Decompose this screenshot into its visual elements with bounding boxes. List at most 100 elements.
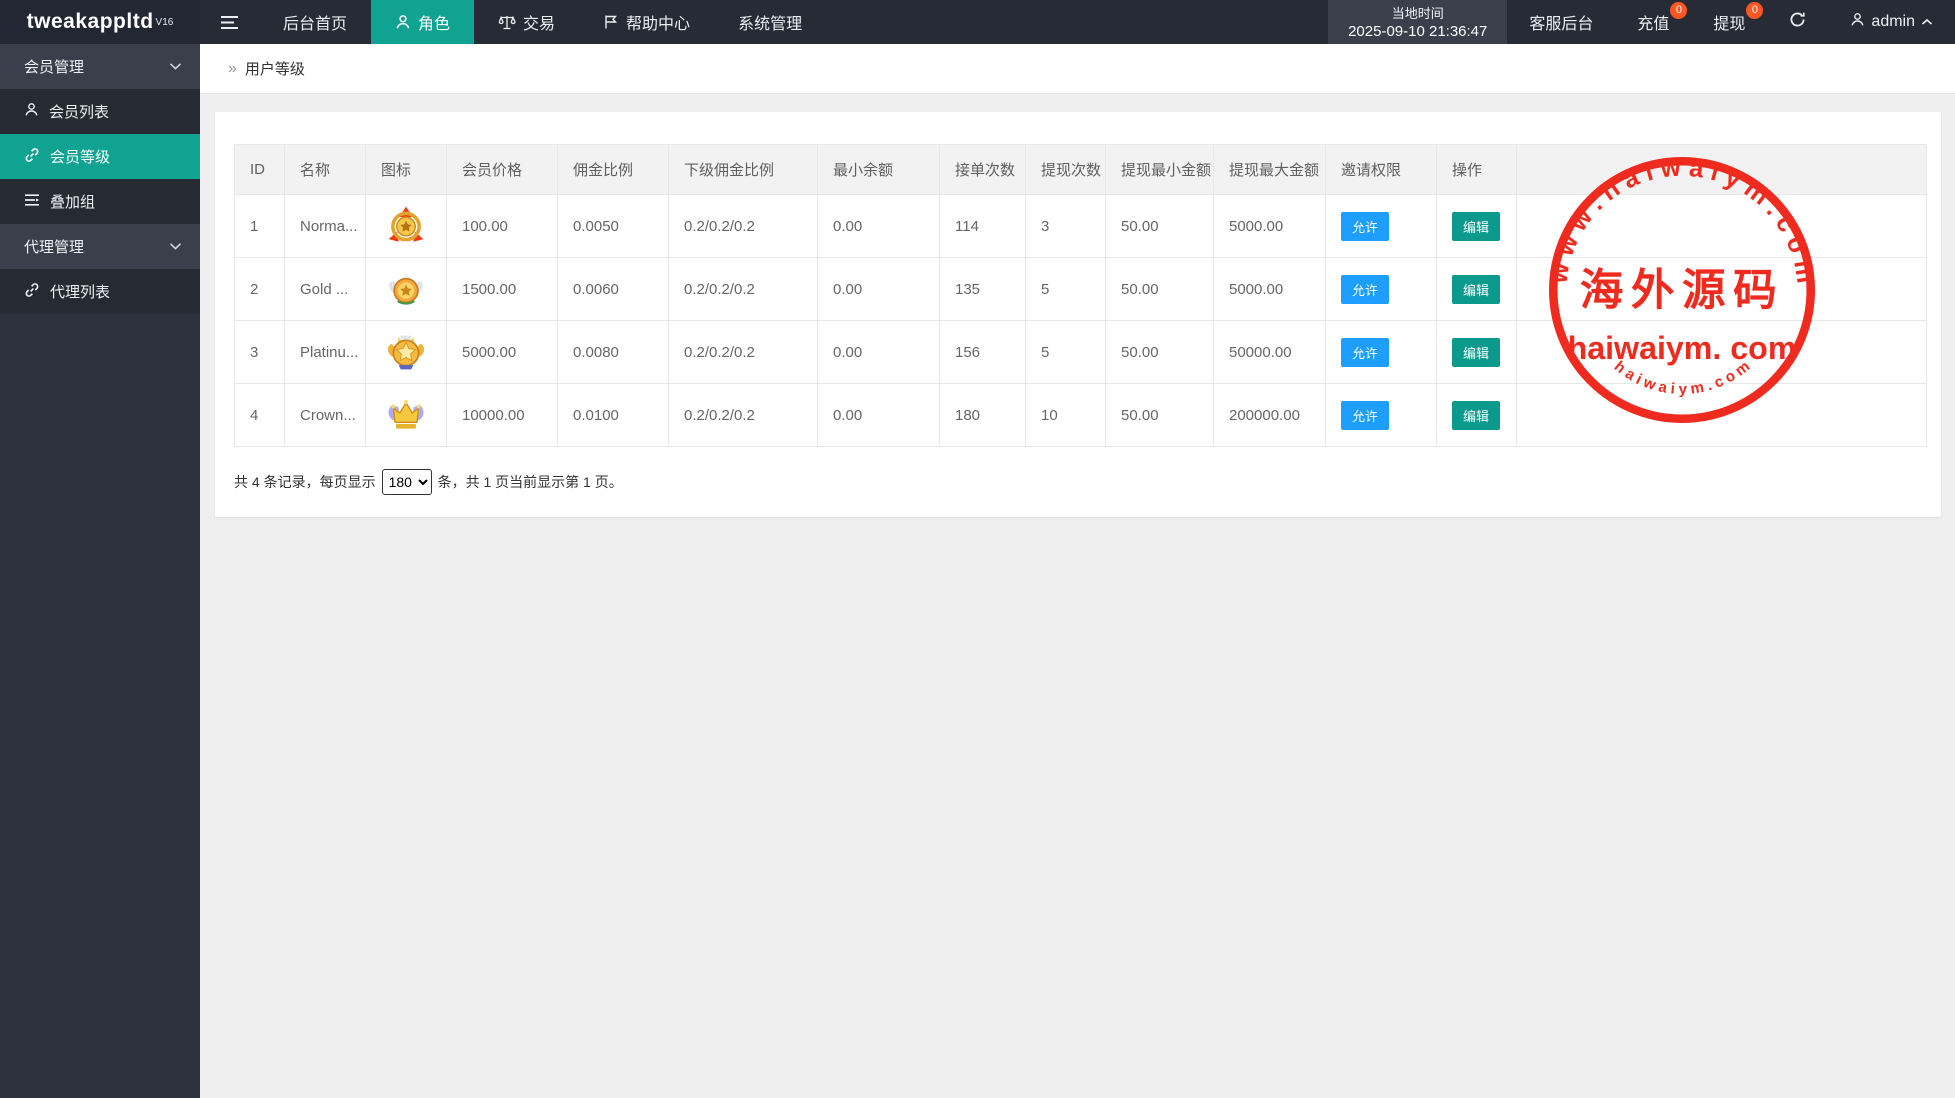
service-backend-label: 客服后台 xyxy=(1529,16,1594,33)
cell-action: 编辑 xyxy=(1436,194,1517,258)
sidebar-item-agent-list[interactable]: 代理列表 xyxy=(0,269,200,314)
cell-withdraw-min: 50.00 xyxy=(1105,320,1214,384)
sidebar-group-agent-label: 代理管理 xyxy=(24,239,85,256)
cell-price: 100.00 xyxy=(446,194,558,258)
cell-invite: 允许 xyxy=(1325,320,1437,384)
tab-dashboard[interactable]: 后台首页 xyxy=(259,0,371,44)
cell-invite: 允许 xyxy=(1325,257,1437,321)
pagination-suffix: 条，共 1 页当前显示第 1 页。 xyxy=(437,474,623,490)
main-content: » 用户等级 ID 名称 图标 会员价格 佣金比例 下级佣金比例 最小余额 接单… xyxy=(200,44,1955,1098)
list-icon xyxy=(24,193,40,211)
header-withdraw-times: 提现次数 xyxy=(1025,144,1106,195)
cell-sub-commission: 0.2/0.2/0.2 xyxy=(668,383,818,447)
edit-button[interactable]: 编辑 xyxy=(1452,400,1501,430)
table-row: 1 Norma... 100.00 0.0050 0.2/0.2/0.2 0.0… xyxy=(234,194,1927,258)
recharge-button[interactable]: 充值 0 xyxy=(1615,0,1691,44)
edit-button[interactable]: 编辑 xyxy=(1452,337,1501,367)
header-id: ID xyxy=(234,144,285,195)
table-row: 4 Crown... 10000.00 0.0100 0.2/0.2/0.2 0… xyxy=(234,383,1927,447)
header-sub-commission: 下级佣金比例 xyxy=(668,144,818,195)
allow-button[interactable]: 允许 xyxy=(1341,400,1390,430)
tab-roles-label: 角色 xyxy=(418,16,451,33)
header-commission: 佣金比例 xyxy=(557,144,669,195)
cell-invite: 允许 xyxy=(1325,383,1437,447)
refresh-button[interactable] xyxy=(1767,0,1828,44)
edit-button[interactable]: 编辑 xyxy=(1452,274,1501,304)
cell-name: Gold ... xyxy=(284,257,366,321)
link-icon xyxy=(24,282,40,302)
chevron-down-icon xyxy=(169,238,182,255)
cell-withdraw-min: 50.00 xyxy=(1105,194,1214,258)
recharge-badge: 0 xyxy=(1670,2,1688,19)
header-icon: 图标 xyxy=(365,144,447,195)
badge-normal-icon xyxy=(385,206,427,242)
tab-dashboard-label: 后台首页 xyxy=(283,16,348,33)
cell-orders: 135 xyxy=(939,257,1026,321)
user-icon xyxy=(395,14,411,30)
user-level-table: ID 名称 图标 会员价格 佣金比例 下级佣金比例 最小余额 接单次数 提现次数… xyxy=(234,144,1927,447)
cell-price: 10000.00 xyxy=(446,383,558,447)
allow-button[interactable]: 允许 xyxy=(1341,211,1390,241)
cell-withdraw-times: 5 xyxy=(1025,257,1106,321)
service-backend-button[interactable]: 客服后台 xyxy=(1507,0,1615,44)
sidebar: 会员管理 会员列表 会员等级 叠加组 代理管理 代理列表 xyxy=(0,44,200,1098)
admin-menu[interactable]: admin xyxy=(1828,0,1955,44)
cell-withdraw-max: 200000.00 xyxy=(1213,383,1326,447)
cell-min-balance: 0.00 xyxy=(817,383,940,447)
scale-icon xyxy=(498,14,516,30)
withdraw-button[interactable]: 提现 0 xyxy=(1691,0,1767,44)
refresh-icon xyxy=(1789,11,1806,33)
per-page-select[interactable]: 180 xyxy=(381,469,432,495)
cell-withdraw-times: 3 xyxy=(1025,194,1106,258)
cell-action: 编辑 xyxy=(1436,257,1517,321)
breadcrumb: » 用户等级 xyxy=(200,44,1955,94)
sidebar-group-member-management[interactable]: 会员管理 xyxy=(0,44,200,89)
allow-button[interactable]: 允许 xyxy=(1341,337,1390,367)
cell-icon xyxy=(365,383,447,447)
header-price: 会员价格 xyxy=(446,144,558,195)
cell-orders: 180 xyxy=(939,383,1026,447)
app-logo-text: tweakappltd xyxy=(26,10,154,33)
edit-button[interactable]: 编辑 xyxy=(1452,211,1501,241)
header-empty xyxy=(1516,144,1927,195)
cell-action: 编辑 xyxy=(1436,320,1517,384)
sidebar-toggle-button[interactable] xyxy=(200,0,259,44)
local-time-value: 2025-09-10 21:36:47 xyxy=(1348,23,1488,41)
tab-system-label: 系统管理 xyxy=(738,16,803,33)
cell-price: 1500.00 xyxy=(446,257,558,321)
user-level-card: ID 名称 图标 会员价格 佣金比例 下级佣金比例 最小余额 接单次数 提现次数… xyxy=(215,112,1941,517)
tab-trade[interactable]: 交易 xyxy=(474,0,579,44)
tab-trade-label: 交易 xyxy=(523,16,556,33)
tab-help-center-label: 帮助中心 xyxy=(626,16,691,33)
sidebar-item-member-level[interactable]: 会员等级 xyxy=(0,134,200,179)
tab-help-center[interactable]: 帮助中心 xyxy=(579,0,714,44)
page-title: 用户等级 xyxy=(244,61,305,78)
withdraw-badge: 0 xyxy=(1746,2,1764,19)
allow-button[interactable]: 允许 xyxy=(1341,274,1390,304)
hamburger-icon xyxy=(220,15,239,30)
cell-invite: 允许 xyxy=(1325,194,1437,258)
user-icon xyxy=(24,102,39,121)
cell-icon xyxy=(365,194,447,258)
sidebar-item-member-list[interactable]: 会员列表 xyxy=(0,89,200,134)
recharge-label: 充值 xyxy=(1637,16,1670,33)
tab-roles[interactable]: 角色 xyxy=(371,0,475,44)
cell-name: Platinu... xyxy=(284,320,366,384)
cell-action: 编辑 xyxy=(1436,383,1517,447)
sidebar-group-agent-management[interactable]: 代理管理 xyxy=(0,224,200,269)
cell-empty xyxy=(1516,383,1927,447)
sidebar-item-overlay-group[interactable]: 叠加组 xyxy=(0,179,200,224)
cell-icon xyxy=(365,257,447,321)
cell-id: 2 xyxy=(234,257,285,321)
admin-username: admin xyxy=(1871,13,1915,30)
withdraw-label: 提现 xyxy=(1713,16,1746,33)
header-action: 操作 xyxy=(1436,144,1517,195)
pagination-prefix: 共 4 条记录，每页显示 xyxy=(234,474,376,490)
tab-system[interactable]: 系统管理 xyxy=(714,0,826,44)
pagination: 共 4 条记录，每页显示 180 条，共 1 页当前显示第 1 页。 xyxy=(234,469,1927,495)
cell-orders: 114 xyxy=(939,194,1026,258)
cell-id: 4 xyxy=(234,383,285,447)
sidebar-item-member-list-label: 会员列表 xyxy=(49,104,110,121)
header-withdraw-max: 提现最大金额 xyxy=(1213,144,1326,195)
app-logo: tweakappltd V16 xyxy=(0,0,200,44)
